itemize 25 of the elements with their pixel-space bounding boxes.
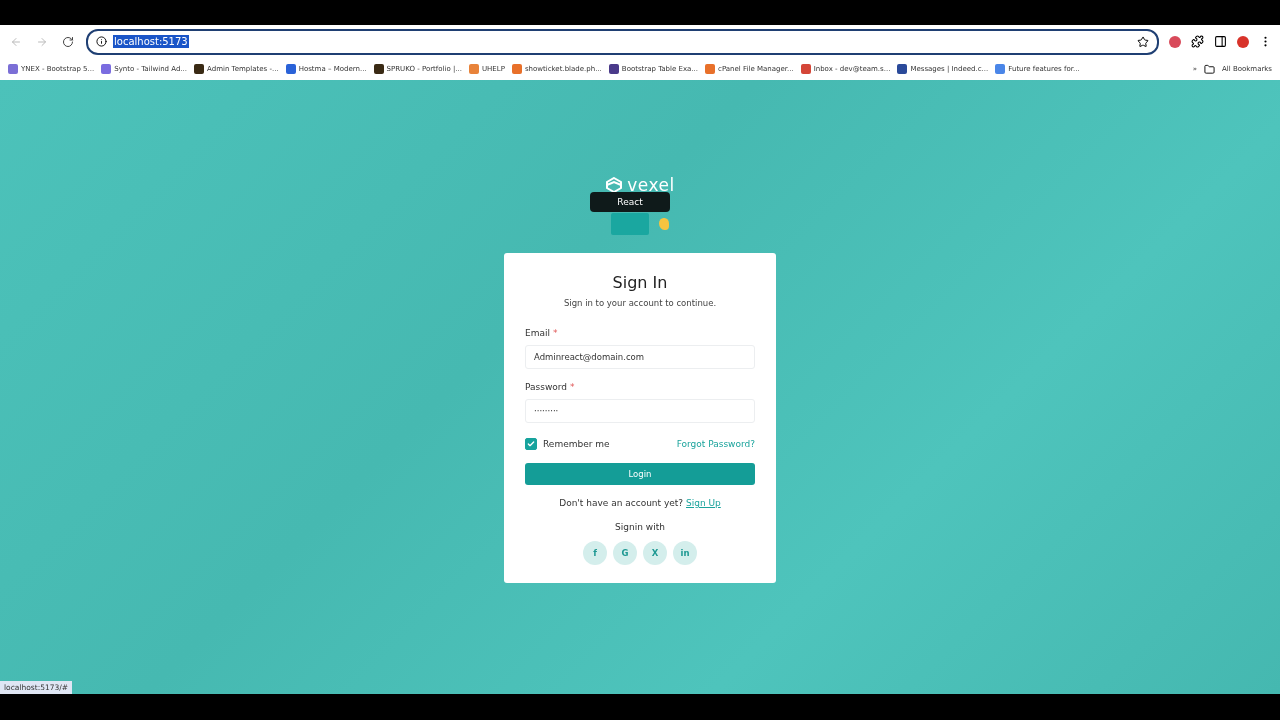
puzzle-icon[interactable] (1191, 35, 1204, 48)
tooltip: React (590, 192, 670, 212)
card-subtitle: Sign in to your account to continue. (562, 298, 718, 308)
extension-icon[interactable] (1169, 35, 1181, 48)
field-label: Password (525, 382, 568, 392)
input-field[interactable]: Adminreact@domain.com (525, 345, 755, 369)
required-mark: * (570, 382, 575, 392)
info-icon (96, 36, 107, 47)
theme-tile[interactable] (611, 213, 649, 235)
side-panel-icon[interactable] (1214, 35, 1227, 48)
card-title: Sign In (611, 273, 669, 292)
folder-icon[interactable] (1204, 63, 1215, 75)
checkbox-label: Remember me (543, 439, 610, 449)
input-field[interactable]: ········· (525, 399, 755, 423)
logo-icon (605, 177, 624, 193)
star-icon[interactable] (1137, 35, 1149, 48)
field-label: Email (525, 328, 550, 338)
address-bar[interactable]: localhost:5173 (86, 28, 1159, 55)
signup-prompt: Don't have an account yet? Sign Up (558, 498, 722, 508)
required-mark: * (553, 328, 558, 338)
signin-with-label: Signin with (614, 522, 666, 532)
profile-avatar[interactable] (1237, 35, 1249, 48)
brand-name: vexel (627, 175, 675, 195)
reload-icon[interactable] (62, 35, 74, 48)
checkbox[interactable] (525, 438, 537, 450)
